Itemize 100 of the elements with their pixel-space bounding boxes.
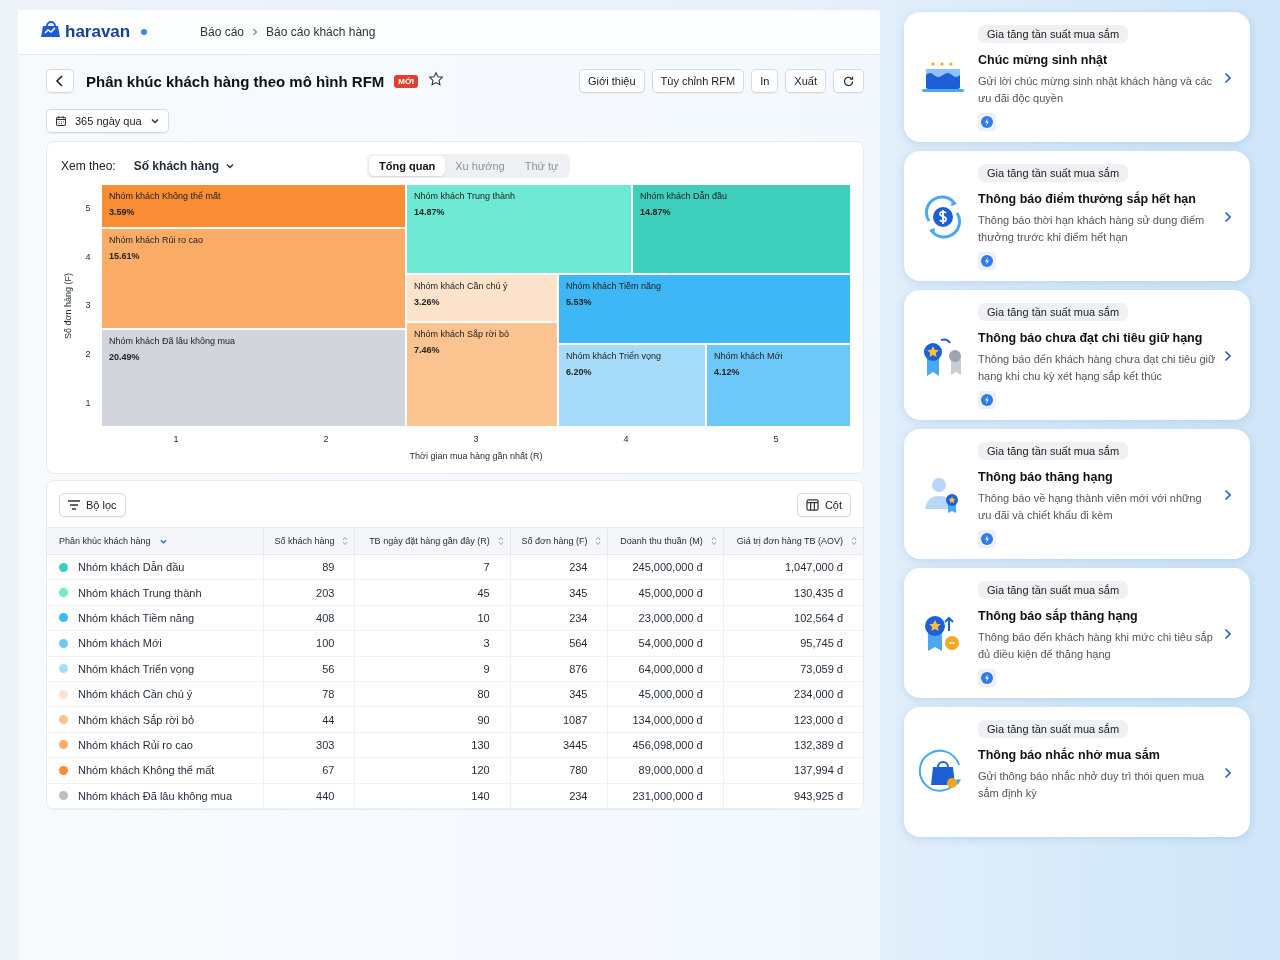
table-cell: 78 xyxy=(263,681,355,707)
table-cell: Nhóm khách Rủi ro cao xyxy=(78,738,193,751)
campaign-title: Chúc mừng sinh nhật xyxy=(978,53,1109,67)
table-cell: 3 xyxy=(354,630,511,657)
table-cell: 67 xyxy=(263,757,355,783)
sort-icon[interactable] xyxy=(342,536,349,546)
refresh-button[interactable] xyxy=(833,69,864,93)
sort-icon[interactable] xyxy=(710,536,717,546)
segment-share: 3.26% xyxy=(414,297,440,307)
table-cell: 7 xyxy=(354,554,511,580)
filter-button[interactable]: Bộ lọc xyxy=(59,493,126,517)
segment-name: Nhóm khách Không thể mất xyxy=(109,191,221,201)
sort-icon[interactable] xyxy=(595,536,602,546)
action-button[interactable]: Xuất xyxy=(785,69,826,93)
back-icon xyxy=(55,75,65,87)
campaign-description: Thông báo đến khách hàng chưa đạt chi tiêu giữ hạng khi chu kỳ xét hạng sắp kết thúc xyxy=(978,352,1217,384)
category-tag: Gia tăng tần suất mua sắm xyxy=(978,720,1129,738)
tick-label: 1 xyxy=(85,397,91,408)
campaign-card[interactable]: Gia tăng tần suất mua sắm Thông báo điểm thưởng sắp hết hạn Thông báo thời hạn khách hàng sử dung điểm thưởng trước khi điểm hết hạn xyxy=(904,151,1250,281)
campaign-title: Thông báo thăng hạng xyxy=(978,470,1114,484)
columns-icon xyxy=(805,499,819,511)
table-cell: 1087 xyxy=(510,706,608,733)
campaign-title: Thông báo sắp thăng hạng xyxy=(978,609,1139,623)
segment-share: 20.49% xyxy=(109,352,140,362)
table-cell: 45,000,000 đ xyxy=(608,681,724,707)
table-cell: 345 xyxy=(510,681,608,707)
sort-icon[interactable] xyxy=(851,536,857,546)
campaign-card[interactable]: Gia tăng tần suất mua sắm Thông báo chưa đạt chi tiêu giữ hạng Thông báo đến khách hàng chưa đạt chi tiêu giữ hạng khi chu kỳ xét hạng sắp kết thúc xyxy=(904,290,1250,420)
table-cell: 90 xyxy=(354,706,511,733)
category-tag: Gia tăng tần suất mua sắm xyxy=(978,164,1129,182)
breadcrumb-link[interactable]: Báo cáo xyxy=(200,25,245,39)
column-header[interactable]: TB ngày đặt hàng gần đây (R) xyxy=(354,527,511,555)
segment-tile[interactable]: Nhóm khách Đã lâu không mua 20.49% xyxy=(101,329,406,427)
view-dropdown[interactable]: Số khách hàng xyxy=(115,159,236,173)
segment-tile[interactable]: Nhóm khách Trung thành 14.87% xyxy=(406,184,632,274)
table-cell: 456,098,000 đ xyxy=(608,732,724,758)
segment-name: Nhóm khách Tiềm năng xyxy=(566,281,662,291)
logo-icon xyxy=(40,20,62,39)
segment-tile[interactable]: Nhóm khách Không thể mất 3.59% xyxy=(101,184,406,228)
segment-tile[interactable]: Nhóm khách Rủi ro cao 15.61% xyxy=(101,228,406,329)
tick-label: 5 xyxy=(85,203,91,214)
segment-tile[interactable]: Nhóm khách Triển vọng 6.20% xyxy=(558,344,706,427)
column-header[interactable]: Phân khúc khách hàng xyxy=(47,527,264,555)
table-cell: 408 xyxy=(263,605,355,631)
segment-tile[interactable]: Nhóm khách Tiềm năng 5.53% xyxy=(558,274,851,344)
column-header[interactable]: Doanh thu thuần (M) xyxy=(608,527,724,555)
chevron-right-icon xyxy=(1223,72,1231,84)
segment-name: Nhóm khách Cần chú ý xyxy=(414,281,508,291)
table-cell: Nhóm khách Không thể mất xyxy=(78,764,215,777)
table-cell: Nhóm khách Cần chú ý xyxy=(78,688,193,701)
tick-label: 2 xyxy=(85,349,91,360)
chevron-right-icon xyxy=(1223,489,1231,501)
table-cell: 231,000,000 đ xyxy=(608,783,724,809)
breadcrumb-link[interactable]: Báo cáo khách hàng xyxy=(266,25,376,39)
table-cell: 95,745 đ xyxy=(723,630,863,657)
segment-tile[interactable]: Nhóm khách Sắp rời bỏ 7.46% xyxy=(406,322,558,427)
columns-button[interactable]: Cột xyxy=(796,493,851,517)
segment-tile[interactable]: Nhóm khách Dẫn đầu 14.87% xyxy=(632,184,851,274)
segment-name: Nhóm khách Đã lâu không mua xyxy=(109,336,236,346)
campaign-description: Gửi lời chúc mừng sinh nhật khách hàng và các ưu đãi độc quyền xyxy=(978,74,1214,106)
table-cell: 564 xyxy=(510,630,608,657)
calendar-icon xyxy=(55,115,67,127)
segment-tile[interactable]: Nhóm khách Cần chú ý 3.26% xyxy=(406,274,558,322)
tick-label: 3 xyxy=(85,300,91,311)
campaign-card[interactable]: Gia tăng tần suất mua sắm Thông báo nhắc nhở mua sắm Gửi thông báo nhắc nhở duy trì thói quen mua sắm định kỳ xyxy=(904,707,1250,837)
campaign-title: Thông báo điểm thưởng sắp hết hạn xyxy=(978,192,1197,206)
action-button[interactable]: In xyxy=(751,69,779,93)
filter-icon xyxy=(68,500,80,510)
campaign-card[interactable]: Gia tăng tần suất mua sắm Chúc mừng sinh nhật Gửi lời chúc mừng sinh nhật khách hàng và các ưu đãi độc quyền xyxy=(904,12,1250,142)
table-cell: 102,564 đ xyxy=(723,605,863,631)
sort-down-icon[interactable] xyxy=(158,537,168,545)
chevron-down-icon xyxy=(149,117,160,125)
column-header[interactable]: Số đơn hàng (F) xyxy=(510,527,608,555)
column-header[interactable]: Giá trị đơn hàng TB (AOV) xyxy=(723,527,863,555)
campaign-card[interactable]: Gia tăng tần suất mua sắm Thông báo thăng hạng Thông báo về hạng thành viên mới với những ưu đãi và chiết khấu đi kèm xyxy=(904,429,1250,559)
category-tag: Gia tăng tần suất mua sắm xyxy=(978,442,1129,460)
campaign-title: Thông báo chưa đạt chi tiêu giữ hạng xyxy=(978,331,1204,345)
segment-share: 7.46% xyxy=(414,345,440,355)
back-button[interactable] xyxy=(46,69,74,93)
action-button[interactable]: Tùy chỉnh RFM xyxy=(651,69,745,93)
chevron-right-icon xyxy=(252,28,259,36)
view-tab[interactable]: Tổng quan xyxy=(369,156,446,176)
action-button[interactable]: Giới thiệu xyxy=(579,69,645,93)
segment-tile[interactable]: Nhóm khách Mới 4.12% xyxy=(706,344,851,427)
sort-icon[interactable] xyxy=(497,536,504,546)
star-icon[interactable] xyxy=(428,71,445,87)
table-cell: 943,925 đ xyxy=(723,783,863,809)
table-cell: 137,994 đ xyxy=(723,757,863,783)
table-cell: 44 xyxy=(263,706,355,733)
segment-name: Nhóm khách Trung thành xyxy=(414,191,516,201)
campaign-card[interactable]: Gia tăng tần suất mua sắm Thông báo sắp thăng hạng Thông báo đến khách hàng khi mức chi tiêu sắp đủ điều kiện để thăng hạng xyxy=(904,568,1250,698)
date-range-dropdown[interactable]: 365 ngày qua xyxy=(46,109,169,133)
table-cell: 130,435 đ xyxy=(723,579,863,606)
table-cell: 73,059 đ xyxy=(723,656,863,682)
campaign-description: Thông báo thời hạn khách hàng sử dung điểm thưởng trước khi điểm hết hạn xyxy=(978,213,1206,245)
table-cell: 89,000,000 đ xyxy=(608,757,724,783)
segment-name: Nhóm khách Triển vọng xyxy=(566,351,662,361)
table-cell: 89 xyxy=(263,554,355,580)
table-cell: 876 xyxy=(510,656,608,682)
column-header[interactable]: Số khách hàng xyxy=(263,527,355,555)
